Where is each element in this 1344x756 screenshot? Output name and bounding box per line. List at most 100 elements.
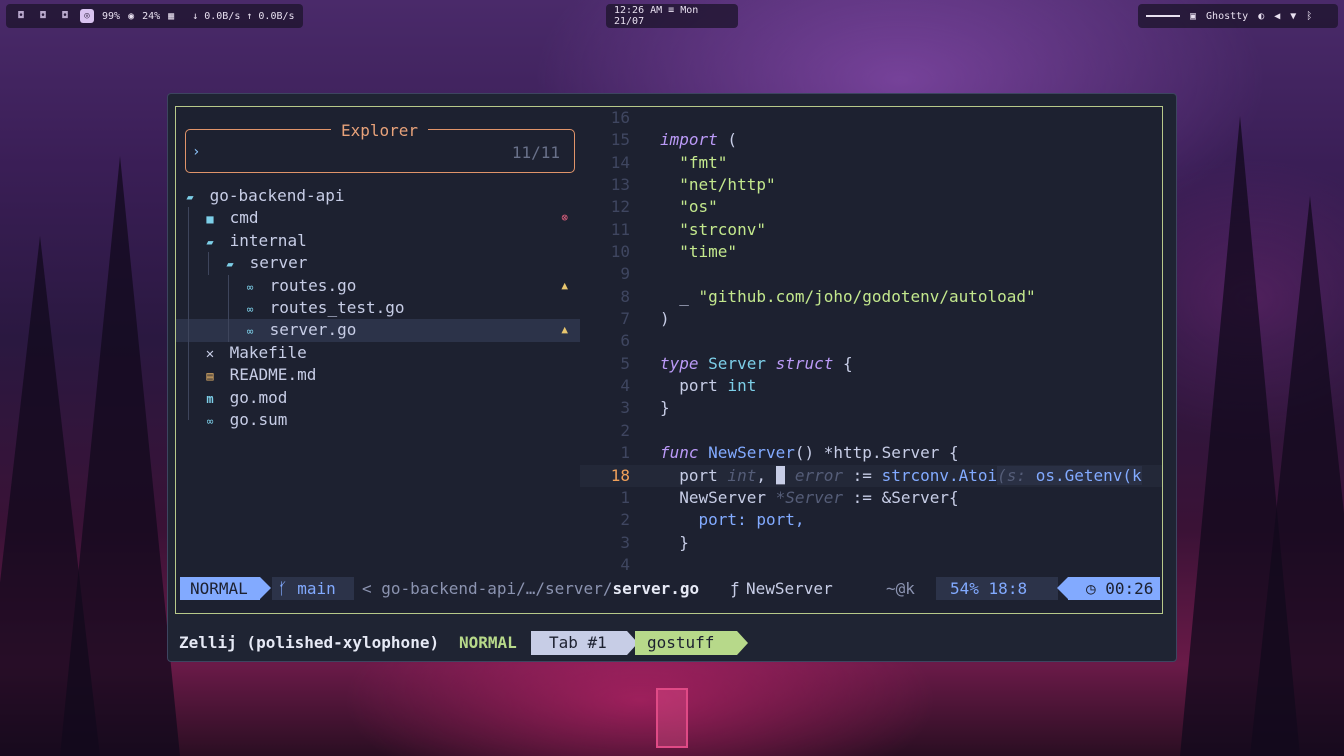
indent-guide bbox=[188, 207, 189, 230]
active-window-indicator bbox=[1146, 15, 1180, 17]
indent-guide bbox=[188, 386, 189, 409]
line-number: 4 bbox=[620, 376, 630, 396]
workspace-3-icon[interactable]: ◘ bbox=[58, 9, 72, 23]
workspace-active-icon[interactable]: ◎ bbox=[80, 9, 94, 23]
line-number: 15 bbox=[610, 130, 630, 150]
indent-guide bbox=[188, 364, 189, 387]
zellij-session-title: Zellij (polished-xylophone) bbox=[179, 633, 440, 652]
punct: ( bbox=[717, 130, 738, 150]
line-number: 3 bbox=[620, 398, 630, 418]
tree-item-go-sum[interactable]: ∞ go.sum bbox=[176, 408, 580, 431]
indent-guide bbox=[188, 296, 189, 320]
code-line: 2 bbox=[580, 420, 1162, 442]
code-line: 14 "fmt" bbox=[580, 152, 1162, 174]
tree-item-label: go.mod bbox=[229, 387, 288, 407]
keyword: import bbox=[660, 130, 718, 150]
explorer-search-box[interactable]: Explorer › 11/11 bbox=[185, 121, 575, 173]
indent-guide bbox=[208, 252, 209, 275]
punct: ) bbox=[660, 309, 670, 329]
tree-item-routes-go[interactable]: ∞ routes.go ▲ bbox=[176, 274, 580, 297]
signature: () *http.Server { bbox=[794, 443, 959, 463]
status-time: 00:26 bbox=[1105, 579, 1154, 598]
keyword: func bbox=[660, 443, 699, 463]
toggle-icon[interactable]: ◐ bbox=[1258, 11, 1264, 22]
function-call: strconv.Atoi bbox=[881, 465, 998, 485]
top-bar-left: ◘ ◘ ◘ ◎ 99% ◉ 24% ▦ ↓ 0.0B/s ↑ 0.0B/s bbox=[6, 4, 303, 28]
gomod-icon: m bbox=[206, 391, 214, 406]
zellij-bar: Zellij (polished-xylophone) NORMAL Tab #… bbox=[179, 631, 1169, 655]
code-line: 4 port int bbox=[580, 375, 1162, 397]
inlay-hint: *Server bbox=[765, 487, 844, 507]
prompt-chevron-icon: › bbox=[192, 144, 201, 160]
go-file-icon: ∞ bbox=[246, 325, 254, 339]
git-branch: ᚶ main bbox=[272, 577, 354, 600]
code-line: 3} bbox=[580, 397, 1162, 419]
function-call: os.Getenv(k bbox=[1026, 465, 1142, 485]
code-line: 8 _ "github.com/joho/godotenv/autoload" bbox=[580, 286, 1162, 308]
zellij-session-name[interactable]: gostuff bbox=[635, 631, 748, 655]
line-number: 9 bbox=[620, 264, 630, 284]
indent-guide bbox=[188, 408, 189, 420]
keyword: struct bbox=[775, 353, 834, 373]
cursor-position: 18:8 bbox=[988, 579, 1028, 598]
cpu-readout: 24% bbox=[142, 10, 161, 22]
operator: := bbox=[843, 465, 882, 485]
code-line: 9 bbox=[580, 263, 1162, 285]
go-file-icon: ∞ bbox=[206, 414, 214, 428]
path-prefix: < go-backend-api/…/server/ bbox=[362, 579, 613, 598]
string: "fmt" bbox=[679, 152, 728, 172]
code-line: 2 port: port, bbox=[580, 509, 1162, 531]
tree-item-label: routes_test.go bbox=[269, 297, 405, 317]
inlay-hint: (s: bbox=[997, 465, 1027, 485]
line-number: 8 bbox=[620, 286, 630, 306]
tree-item-routes-test-go[interactable]: ∞ routes_test.go bbox=[176, 296, 580, 320]
memory-icon: ▦ bbox=[168, 10, 175, 22]
bluetooth-icon[interactable]: ᛒ bbox=[1306, 11, 1312, 22]
scroll-position: 54% 18:8 bbox=[936, 577, 1058, 600]
code-line: 1 func NewServer() *http.Server { bbox=[580, 442, 1162, 464]
indent-guide bbox=[188, 319, 189, 342]
warning-icon: ▲ bbox=[561, 323, 568, 337]
line-number: 2 bbox=[620, 420, 630, 440]
tree-item-go-backend-api[interactable]: ▰ go-backend-api bbox=[176, 185, 580, 207]
makefile-icon: ✕ bbox=[205, 345, 215, 362]
tree-item-label: Makefile bbox=[229, 342, 307, 362]
code-line: 5 type Server struct { bbox=[580, 353, 1162, 375]
tree-item-makefile[interactable]: ✕ Makefile bbox=[176, 341, 580, 365]
line-number: 4 bbox=[620, 554, 630, 574]
current-function: NewServer bbox=[746, 579, 833, 598]
volume-icon[interactable]: ◀ bbox=[1274, 11, 1280, 22]
code-line: 3 } bbox=[580, 532, 1162, 554]
field: port bbox=[679, 376, 718, 396]
blank-identifier: _ bbox=[679, 286, 699, 306]
line-number: 1 bbox=[620, 487, 630, 507]
function-name: NewServer bbox=[708, 443, 795, 463]
tree-item-readme[interactable]: ▤ README.md bbox=[176, 364, 580, 387]
code-line: 1 NewServer *Server := &Server{ bbox=[580, 487, 1162, 509]
code-editor[interactable]: 16 15 import ( 14 "fmt" 13 "net/http" 12 … bbox=[580, 107, 1162, 577]
terminal-window[interactable]: Explorer › 11/11 ▰ go-backend-api ■ cmd … bbox=[167, 93, 1177, 662]
tree-item-server-go[interactable]: ∞ server.go ▲ bbox=[176, 319, 580, 342]
code-line: 7) bbox=[580, 308, 1162, 330]
indent-guide bbox=[188, 229, 189, 253]
tree-item-internal[interactable]: ▰ internal bbox=[176, 229, 580, 253]
top-bar-clock[interactable]: 12:26 AM ≡ Mon 21/07 bbox=[606, 4, 738, 28]
folder-open-icon: ▰ bbox=[226, 257, 234, 272]
punct: { bbox=[833, 353, 853, 373]
indent-guide bbox=[228, 274, 229, 297]
wifi-icon[interactable]: ▼ bbox=[1290, 11, 1296, 22]
branch-name: main bbox=[297, 579, 336, 598]
tree-item-server[interactable]: ▰ server bbox=[176, 252, 580, 275]
readme-icon: ▤ bbox=[206, 369, 214, 384]
tree-item-go-mod[interactable]: m go.mod bbox=[176, 386, 580, 409]
line-number: 7 bbox=[620, 309, 630, 329]
neovim-pane[interactable]: Explorer › 11/11 ▰ go-backend-api ■ cmd … bbox=[175, 106, 1163, 614]
workspace-2-icon[interactable]: ◘ bbox=[36, 9, 50, 23]
top-bar: ◘ ◘ ◘ ◎ 99% ◉ 24% ▦ ↓ 0.0B/s ↑ 0.0B/s 12… bbox=[0, 4, 1344, 28]
workspace-1-icon[interactable]: ◘ bbox=[14, 9, 28, 23]
active-app-name[interactable]: Ghostty bbox=[1206, 11, 1248, 22]
zellij-tab[interactable]: Tab #1 bbox=[531, 631, 638, 655]
go-file-icon: ∞ bbox=[246, 280, 254, 294]
tree-item-cmd[interactable]: ■ cmd ⊗ bbox=[176, 207, 580, 230]
operator: := &Server{ bbox=[843, 487, 959, 507]
